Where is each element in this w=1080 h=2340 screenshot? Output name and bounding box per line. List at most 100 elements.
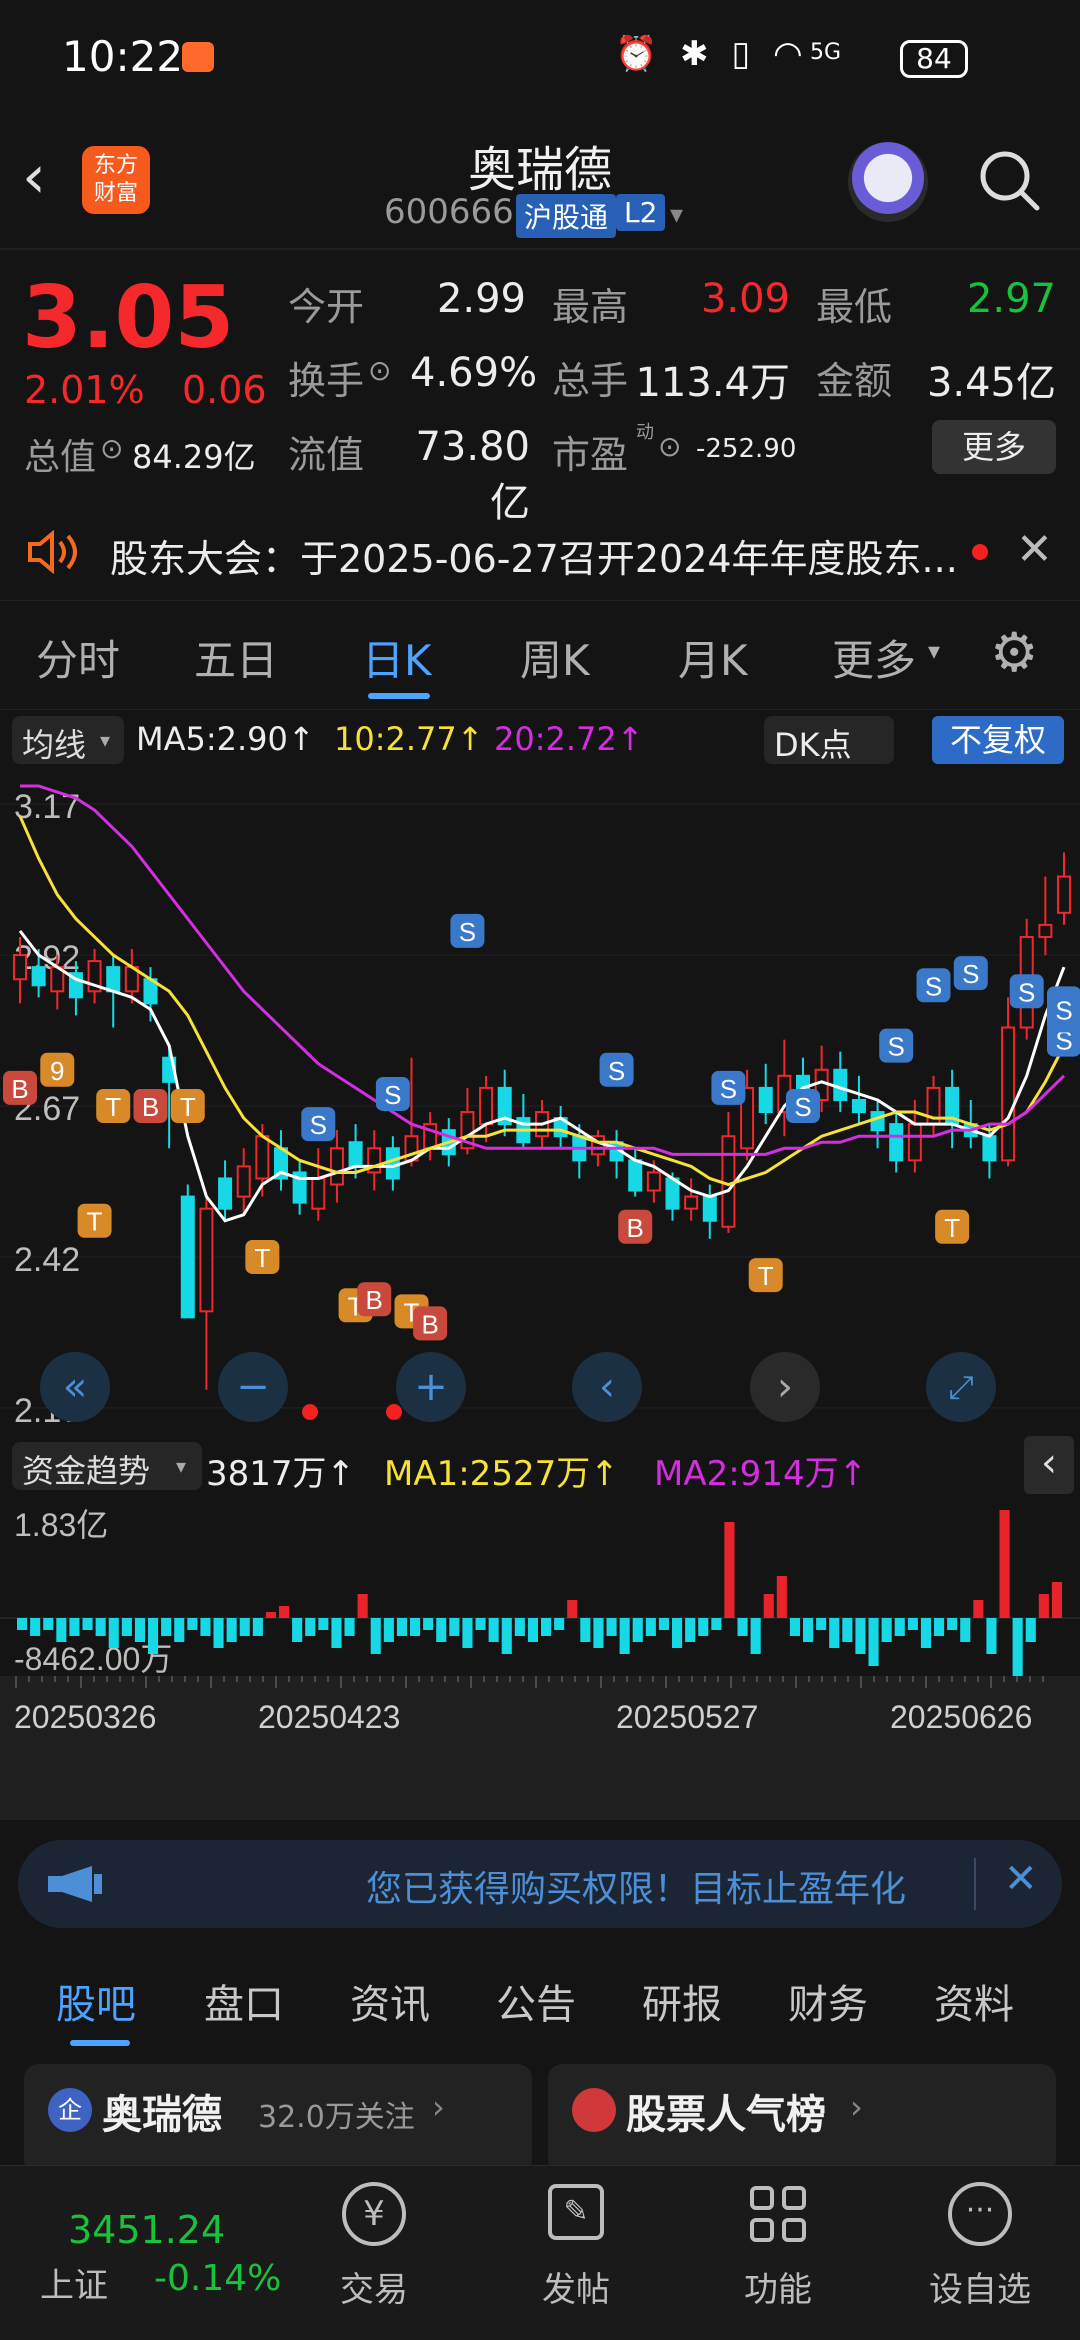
chevron-down-icon[interactable]: ▾	[670, 200, 683, 230]
scroll-left-fast-button[interactable]: «	[40, 1352, 110, 1422]
close-icon[interactable]: ✕	[1016, 524, 1053, 575]
kline-signal-label: S	[310, 1110, 327, 1140]
ma5-value: MA5:2.90↑	[136, 720, 315, 758]
yen-icon: ¥	[342, 2182, 406, 2246]
promo-banner[interactable]: 您已获得购买权限！目标止盈年化 ✕	[18, 1840, 1062, 1928]
collapse-panel-button[interactable]: ‹	[1024, 1436, 1074, 1494]
notice-bar[interactable]: 股东大会：于2025-06-27召开2024年年度股东... ✕	[0, 508, 1080, 592]
turnover-info-icon[interactable]: ⊙	[368, 354, 391, 387]
fund-select[interactable]: 资金趋势 ▾	[12, 1442, 202, 1490]
nav-functions[interactable]: 功能	[708, 2166, 848, 2340]
zoom-out-button[interactable]: −	[218, 1352, 288, 1422]
kline-candle	[1038, 923, 1053, 938]
pe-info-icon[interactable]: ⊙	[658, 430, 681, 463]
tab-intraday[interactable]: 分时	[36, 627, 120, 688]
fund-value: 3817万↑	[206, 1454, 356, 1494]
zoom-in-button[interactable]: +	[396, 1352, 466, 1422]
robot-assistant-icon[interactable]	[848, 142, 928, 222]
fund-bar	[907, 1618, 918, 1630]
fund-bar	[226, 1618, 237, 1642]
fund-bar	[331, 1618, 342, 1648]
fund-bar	[213, 1618, 224, 1648]
kline-candle	[329, 1147, 344, 1186]
kline-signal-label: B	[366, 1285, 383, 1315]
status-icons: ⏰ ✱ ▯ ◠	[615, 34, 809, 74]
dk-point-button[interactable]: DK点	[764, 716, 894, 764]
tab-weekly-k[interactable]: 周K	[520, 627, 590, 688]
tab-monthly-k[interactable]: 月K	[678, 627, 748, 688]
amount-value: 3.45亿	[926, 360, 1056, 406]
scroll-left-button[interactable]: ‹	[572, 1352, 642, 1422]
tab-daily-k[interactable]: 日K	[362, 627, 432, 688]
kline-signal-label: S	[459, 917, 476, 947]
index-name: 上证	[40, 2266, 108, 2306]
nav-post[interactable]: ✎ 发帖	[506, 2166, 646, 2340]
kline-candle	[31, 966, 46, 987]
tab-research[interactable]: 研报	[642, 1972, 722, 2030]
nav-add-watchlist-label: 设自选	[929, 2270, 1031, 2310]
turnover-value: 4.69%	[410, 350, 538, 396]
fullscreen-button[interactable]: ⤢	[926, 1352, 996, 1422]
fund-bar	[645, 1618, 656, 1636]
kline-candle	[180, 1195, 195, 1319]
fund-bar	[514, 1618, 525, 1636]
scroll-right-button[interactable]: ›	[750, 1352, 820, 1422]
kline-indicator-bar: 均线 ▾ MA5:2.90↑ 10:2.77↑ 20:2.72↑ DK点 不复权	[0, 710, 1080, 770]
tab-indicator	[368, 693, 430, 699]
fund-x-label: 20250626	[890, 1699, 1032, 1735]
fund-bar	[252, 1618, 263, 1636]
company-card[interactable]: 企 奥瑞德 32.0万关注 ›	[24, 2064, 532, 2174]
no-adjust-button[interactable]: 不复权	[932, 716, 1064, 764]
fund-bar	[960, 1618, 971, 1642]
kline-signal-label: B	[11, 1074, 28, 1104]
tab-finance[interactable]: 财务	[788, 1972, 868, 2030]
bottom-nav: 3451.24 上证 -0.14% ¥ 交易 ✎ 发帖 功能 ··· 设自选	[0, 2165, 1080, 2340]
search-icon[interactable]	[975, 146, 1045, 216]
fund-bar	[108, 1618, 119, 1648]
tab-guba[interactable]: 股吧	[56, 1972, 136, 2030]
tab-five-day[interactable]: 五日	[194, 627, 278, 688]
fund-bar	[423, 1618, 434, 1630]
fund-trend-chart[interactable]: 1.83亿-8462.00万20250326 20250423 20250527 20…	[0, 1494, 1080, 1820]
popularity-card-title: 股票人气榜	[626, 2092, 826, 2138]
fund-bar	[554, 1618, 565, 1630]
tab-announcements[interactable]: 公告	[496, 1972, 576, 2030]
kline-candle	[907, 1123, 922, 1162]
fund-bar	[501, 1618, 512, 1654]
fund-bar	[763, 1594, 774, 1618]
nav-trade[interactable]: ¥ 交易	[304, 2166, 444, 2340]
kline-chart[interactable]: 3.172.922.672.422.17B9TT B TTST BST BSSBSTSS…	[0, 770, 1080, 1434]
kline-candle	[982, 1135, 997, 1162]
fund-bar	[737, 1618, 748, 1636]
fund-bar	[632, 1618, 643, 1642]
index-ticker[interactable]: 3451.24 上证 -0.14%	[0, 2166, 290, 2340]
open-value: 2.99	[436, 276, 526, 322]
battery-icon: 84	[900, 40, 968, 78]
enterprise-icon: 企	[48, 2088, 92, 2132]
banner-close-icon[interactable]: ✕	[1004, 1856, 1038, 1902]
fund-bar	[803, 1618, 814, 1642]
tab-news[interactable]: 资讯	[350, 1972, 430, 2030]
high-value: 3.09	[700, 276, 790, 322]
fund-bar	[95, 1618, 106, 1636]
tab-pankou[interactable]: 盘口	[204, 1972, 284, 2030]
amount-label: 金额	[816, 359, 893, 403]
kline-signal-label: S	[1018, 977, 1035, 1007]
info-icon[interactable]: ⊙	[100, 432, 123, 465]
more-button[interactable]: 更多	[932, 420, 1056, 474]
tab-profile[interactable]: 资料	[934, 1972, 1014, 2030]
gear-icon[interactable]: ⚙	[990, 621, 1038, 684]
content-tab-indicator	[70, 2040, 130, 2046]
fund-bar	[344, 1618, 355, 1636]
tab-more[interactable]: 更多	[832, 627, 916, 688]
nav-add-watchlist[interactable]: ··· 设自选	[910, 2166, 1050, 2340]
fund-x-label: 20250527	[616, 1699, 758, 1735]
fund-bar	[1051, 1582, 1062, 1618]
kline-signal-label: T	[87, 1207, 103, 1237]
notice-text: 股东大会：于2025-06-27召开2024年年度股东...	[110, 537, 958, 581]
index-value: 3451.24	[68, 2208, 226, 2252]
fund-ma1: MA1:2527万↑	[384, 1454, 619, 1494]
popularity-card[interactable]: 股票人气榜 ›	[548, 2064, 1056, 2174]
ma-select[interactable]: 均线 ▾	[12, 716, 124, 764]
kline-candle	[311, 1177, 326, 1210]
